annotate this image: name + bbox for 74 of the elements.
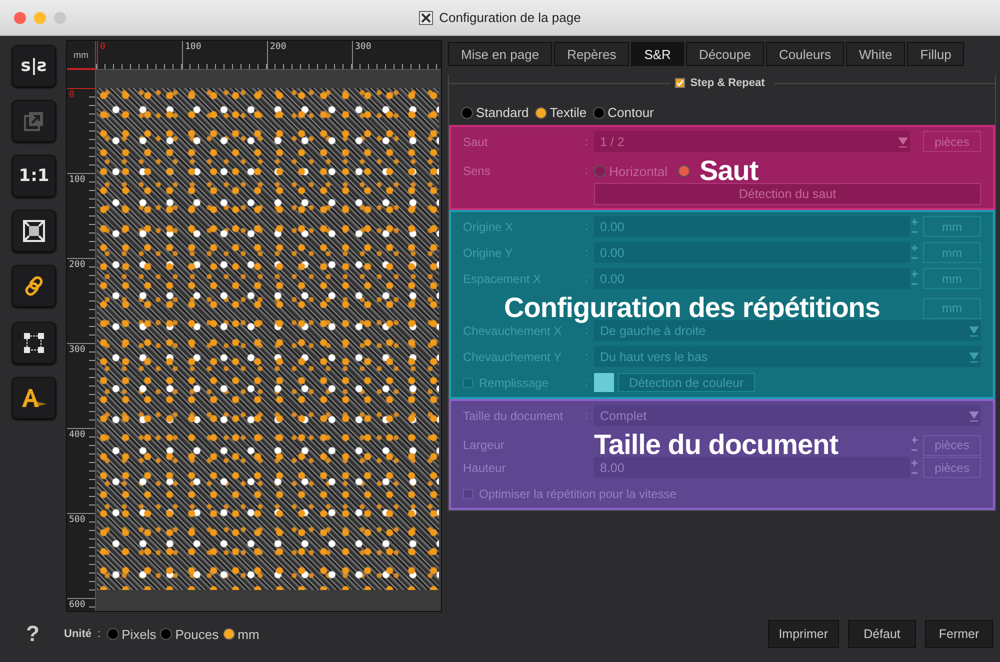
export-icon [23, 110, 45, 132]
tab[interactable]: Découpe [686, 42, 764, 66]
field-label: Hauteur [463, 460, 507, 474]
dropdown-arrow-icon[interactable] [969, 408, 979, 422]
ruler-label: 100 [182, 41, 267, 69]
radio-option[interactable] [678, 165, 690, 177]
tab[interactable]: White [846, 42, 906, 66]
tab[interactable]: Mise en page [448, 42, 552, 66]
dialog-button[interactable]: Fermer [925, 620, 993, 648]
ruler-label: 300 [67, 343, 95, 428]
colon-separator: : [585, 350, 590, 362]
field-label: Largeur [463, 438, 506, 452]
field-label: Taille du document [463, 408, 564, 422]
radio-option[interactable]: Contour [592, 105, 654, 120]
tool-button[interactable] [12, 210, 56, 252]
minimize-button[interactable] [34, 12, 46, 24]
help-button[interactable]: ? [26, 621, 64, 647]
ruler-label: 100 [67, 173, 95, 258]
ruler-unit: mm [67, 41, 96, 70]
dropdown-arrow-icon[interactable] [969, 350, 979, 364]
radio-option[interactable]: Textile [534, 105, 587, 120]
dropdown-arrow-icon[interactable] [898, 134, 908, 148]
ruler-label: 400 [67, 428, 95, 513]
tool-button[interactable] [12, 265, 56, 307]
tool-button[interactable] [12, 322, 56, 364]
text-tool-icon [20, 387, 48, 409]
expand-frame-icon [23, 332, 45, 354]
checkbox[interactable] [463, 378, 473, 388]
radio-option[interactable]: mm [222, 626, 260, 642]
colon-separator: : [585, 220, 590, 232]
color-swatch[interactable] [594, 373, 614, 392]
ruler-label: 200 [67, 258, 95, 343]
checkbox[interactable] [463, 488, 473, 498]
tab[interactable]: Fillup [907, 42, 964, 66]
toolbar-button[interactable]: s|ƨ [12, 45, 56, 87]
checkbox-label: Optimiser la répétition pour la vitesse [479, 486, 676, 500]
toolbar-button[interactable]: 1:1 [12, 155, 56, 197]
zoom-button[interactable] [54, 12, 66, 24]
radio-option[interactable]: Standard [461, 105, 529, 120]
link-icon [23, 275, 45, 297]
ruler-label: 500 [67, 513, 95, 598]
unit-label: Unité [64, 628, 92, 640]
field-label: Saut [463, 134, 489, 148]
ruler-label: 200 [267, 41, 352, 69]
dialog-button[interactable]: Imprimer [768, 620, 839, 648]
ruler-label: 0 [67, 88, 95, 173]
tab[interactable]: Couleurs [766, 42, 844, 66]
radio-option[interactable]: Pixels [106, 626, 156, 642]
section-caption: Configuration des répétitions [504, 293, 880, 323]
radio-option[interactable]: Pouces [160, 626, 219, 642]
window-title: Configuration de la page [439, 10, 581, 25]
fit-frame-icon [23, 220, 45, 242]
app-icon [419, 10, 434, 24]
ruler-label: 0 [97, 41, 182, 69]
close-button[interactable] [14, 12, 26, 24]
colon-separator: : [585, 324, 590, 336]
colon-separator: : [585, 136, 590, 148]
dropdown-arrow-icon[interactable] [969, 324, 979, 338]
field-label: Sens [463, 164, 492, 178]
checkbox[interactable] [675, 78, 686, 88]
dialog-button[interactable]: Défaut [848, 620, 916, 648]
colon-separator: : [585, 376, 590, 388]
tool-button[interactable] [12, 377, 56, 419]
colon-separator: : [585, 246, 590, 258]
group-title: Step & Repeat [690, 77, 765, 89]
colon-separator: : [585, 410, 590, 422]
tab[interactable]: Repères [554, 42, 630, 66]
colon-separator: : [98, 628, 101, 640]
section-caption: Taille du document [594, 430, 838, 460]
tab[interactable]: S&R [631, 42, 684, 66]
colon-separator: : [585, 272, 590, 284]
ruler-label: 300 [352, 41, 437, 69]
ruler-label: 600 [67, 598, 95, 611]
colon-separator: : [585, 165, 590, 177]
